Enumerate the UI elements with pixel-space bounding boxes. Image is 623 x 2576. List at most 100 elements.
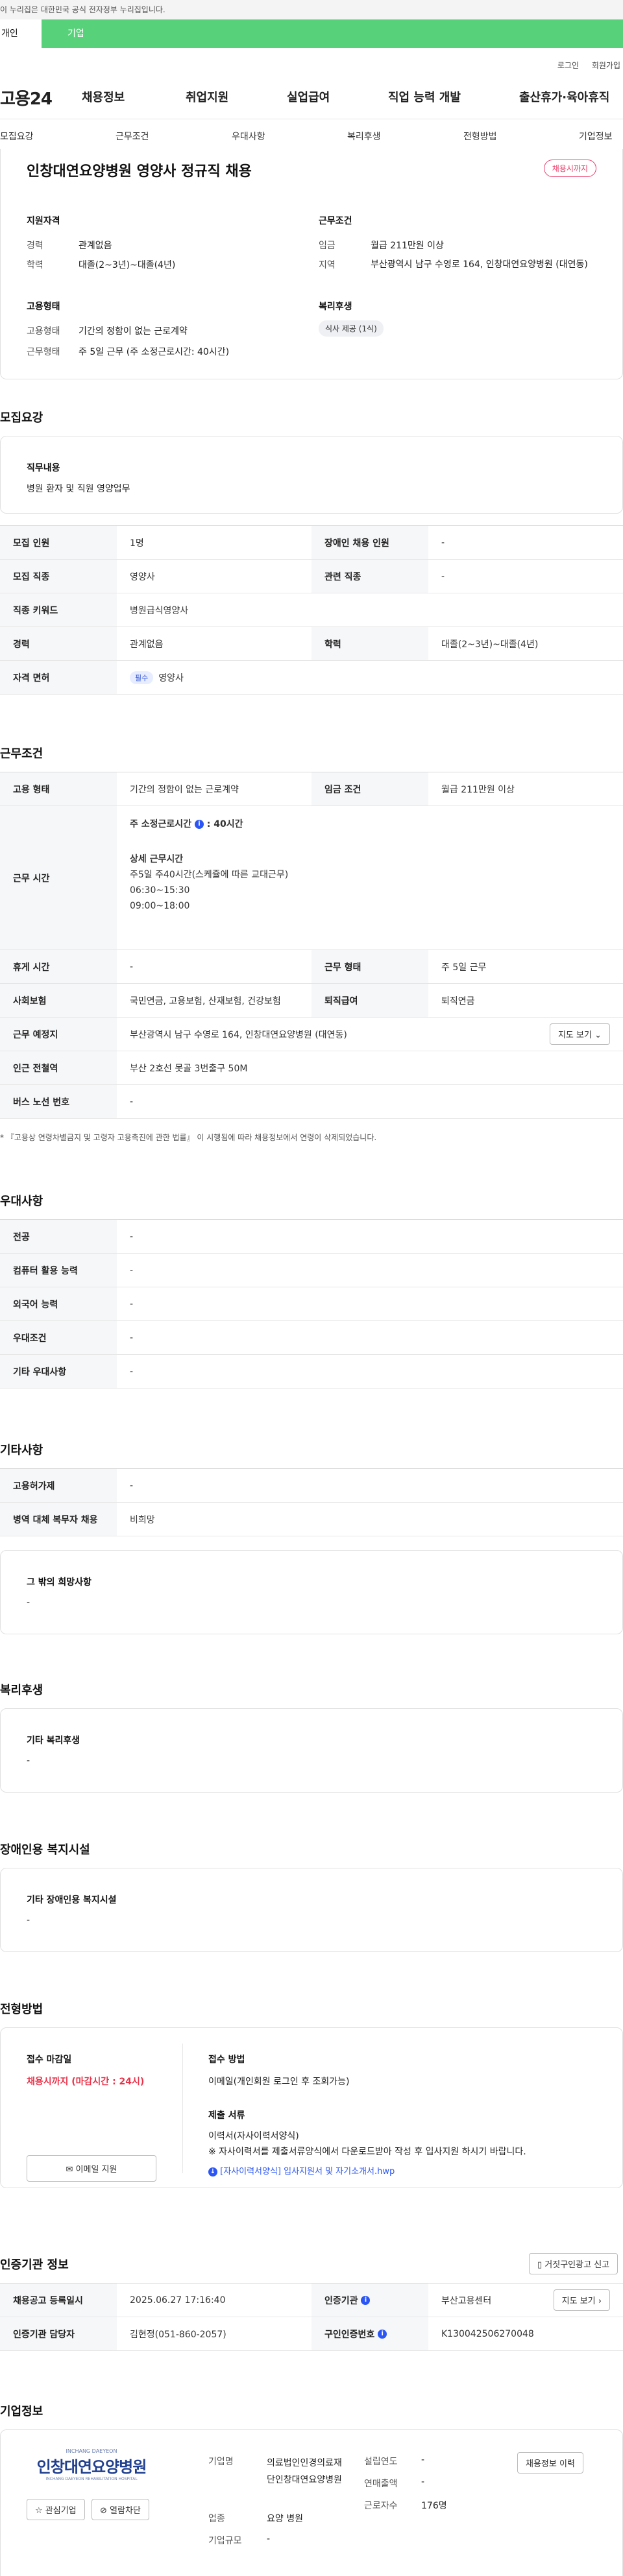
org-map-button[interactable]: 지도 보기 › (553, 2289, 610, 2311)
disabled-label: 장애인 채용 인원 (312, 526, 428, 559)
sales-value: - (421, 2477, 425, 2487)
cert-id-value: K130042506270048 (441, 2328, 534, 2339)
conditions-section-title: 근무조건 (0, 747, 43, 761)
cert-id-label: 구인인증번호 i (312, 2317, 428, 2350)
table-row: 고용 형태 기간의 정함이 없는 근로계약 임금 조건 월급 211만원 이상 (0, 772, 623, 806)
founded-label: 설립연도 (364, 2457, 398, 2467)
docs-title: 제출 서류 (208, 2110, 245, 2121)
table-row: 근무 예정지 부산광역시 남구 수영로 164, 인창대연요양병원 (대연동) … (0, 1018, 623, 1051)
favorite-company-button[interactable]: ☆ 관심기업 (27, 2499, 85, 2520)
site-logo[interactable]: 고용24 (0, 86, 78, 110)
subnav-process[interactable]: 전형방법 (463, 130, 497, 143)
region-label: 지역 (319, 260, 336, 270)
report-button[interactable]: ▯ 거짓구인광고 신고 (529, 2253, 618, 2274)
etc-label: 기타 우대사항 (0, 1355, 117, 1388)
table-row: 버스 노선 번호 - (0, 1085, 623, 1119)
related-value: - (441, 571, 445, 582)
computer-label: 컴퓨터 활용 능력 (0, 1254, 117, 1287)
etc-value: - (130, 1366, 134, 1377)
table-row: 우대조건 - (0, 1321, 623, 1355)
career-label: 경력 (0, 627, 117, 660)
wage-value: 월급 211만원 이상 (371, 241, 444, 251)
job-history-button[interactable]: 채용정보 이력 (517, 2452, 583, 2474)
career-value: 관계없음 (130, 639, 164, 650)
other-table: 고용허가제 - 병역 대체 복무자 채용 비희망 (0, 1468, 623, 1536)
recruit-table: 모집 인원 1명 장애인 채용 인원 - 모집 직종 영양사 관련 직종 - 직… (0, 525, 623, 695)
tab-individual[interactable]: 개인 (0, 19, 42, 48)
table-row: 인증기관 담당자 김현정(051-860-2057) 구인인증번호 i K130… (0, 2317, 623, 2351)
work-form-label: 근무형태 (27, 347, 60, 357)
major-value: - (130, 1231, 134, 1242)
license-cell: 필수 영양사 (117, 661, 623, 694)
emp-label: 고용 형태 (0, 772, 117, 805)
subnav-conditions[interactable]: 근무조건 (116, 130, 149, 143)
map-button[interactable]: 지도 보기 ⌄ (549, 1023, 610, 1045)
star-icon: ☆ (35, 2506, 43, 2516)
company-name-value: 의료법인인경의료재단인창대연요양병원 (267, 2458, 342, 2485)
education-value: 대졸(2~3년)~대졸(4년) (441, 639, 539, 650)
email-apply-button[interactable]: ✉ 이메일 지원 (27, 2155, 156, 2182)
qualification-heading: 지원자격 (27, 216, 60, 226)
language-value: - (130, 1298, 134, 1309)
retire-label: 퇴직급여 (312, 984, 428, 1017)
recruit-section-title: 모집요강 (0, 411, 43, 425)
required-tag: 필수 (130, 671, 154, 684)
company-logo: INCHANG DAEYEON 인창대연요양병원 INCHANG DAEYEON… (36, 2448, 147, 2481)
subnav-company[interactable]: 기업정보 (579, 130, 613, 143)
welfare-section-title: 복리후생 (0, 1684, 43, 1697)
emp-type-value: 기간의 정함이 없는 근로계약 (79, 326, 188, 337)
method-title: 접수 방법 (208, 2055, 245, 2065)
info-icon[interactable]: i (378, 2329, 387, 2339)
chevron-right-icon: › (598, 2296, 602, 2306)
signup-link[interactable]: 회원가입 (592, 61, 620, 70)
login-link[interactable]: 로그인 (557, 61, 579, 70)
gnb-item-employment-support[interactable]: 취업지원 (186, 88, 228, 105)
age-note: * 『고용상 연령차별금지 및 고령자 고용촉진에 관한 법률』 이 시행됨에 … (0, 1133, 377, 1142)
org-value: 부산고용센터 (441, 2295, 492, 2306)
permit-value: - (130, 1480, 134, 1491)
career-label: 경력 (27, 241, 43, 251)
subnav-welfare[interactable]: 복리후생 (347, 130, 381, 143)
job-title: 인창대연요양병원 영양사 정규직 채용 (27, 163, 252, 180)
gnb-item-parental-leave[interactable]: 출산휴가·육아휴직 (519, 88, 609, 105)
process-section-title: 전형방법 (0, 2003, 43, 2016)
docs-download-link[interactable]: ↓ [자사이력서양식] 입사지원서 및 자기소개서.hwp (208, 2164, 395, 2176)
info-icon[interactable]: i (361, 2295, 371, 2305)
permit-label: 고용허가제 (0, 1469, 117, 1502)
military-value: 비희망 (130, 1514, 155, 1525)
hours-cell: 주 소정근로시간 i : 40시간 상세 근무시간 주5일 주40시간(스케쥴에… (117, 806, 623, 949)
download-icon: ↓ (208, 2167, 217, 2176)
table-row: 자격 면허 필수 영양사 (0, 661, 623, 695)
major-label: 전공 (0, 1220, 117, 1253)
tab-corporate[interactable]: 기업 (42, 19, 623, 48)
info-icon[interactable]: i (194, 820, 204, 829)
org-label: 인증기관 i (312, 2284, 428, 2317)
table-row: 모집 직종 영양사 관련 직종 - (0, 560, 623, 593)
hours-label: 근무 시간 (0, 806, 117, 949)
wage-value: 월급 211만원 이상 (441, 784, 515, 795)
computer-value: - (130, 1265, 134, 1276)
keyword-label: 직종 키워드 (0, 593, 117, 626)
table-row: 병역 대체 복무자 채용 비희망 (0, 1503, 623, 1536)
gnb-item-training[interactable]: 직업 능력 개발 (388, 88, 461, 105)
block-company-button[interactable]: ⊘ 열람차단 (92, 2499, 149, 2520)
keyword-value: 병원급식영양사 (130, 605, 189, 616)
region-value: 부산광역시 남구 수영로 164, 인창대연요양병원 (대연동) (371, 259, 588, 270)
size-value: - (267, 2534, 271, 2544)
deadline-value: 채용시까지 (마감시간 : 24시) (27, 2077, 145, 2087)
table-row: 휴게 시간 - 근무 형태 주 5일 근무 (0, 950, 623, 984)
table-row: 고용허가제 - (0, 1469, 623, 1503)
subnav-preference[interactable]: 우대사항 (232, 130, 265, 143)
gnb-item-unemployment[interactable]: 실업급여 (287, 88, 330, 105)
table-row: 외국어 능력 - (0, 1287, 623, 1321)
mail-icon: ✉ (66, 2165, 73, 2175)
gnb-item-jobs[interactable]: 채용정보 (82, 88, 125, 105)
form-value: 주 5일 근무 (441, 962, 487, 973)
subnav-recruit[interactable]: 모집요강 (0, 130, 34, 143)
conditions-table: 고용 형태 기간의 정함이 없는 근로계약 임금 조건 월급 211만원 이상 … (0, 772, 623, 1119)
education-label: 학력 (27, 260, 43, 270)
cert-table: 채용공고 등록일시 2025.06.27 17:16:40 인증기관 i 부산고… (0, 2283, 623, 2351)
subway-value: 부산 2호선 못골 3번출구 50M (130, 1063, 248, 1074)
retire-value: 퇴직연금 (441, 996, 475, 1007)
top-tabs: 개인 기업 (0, 19, 623, 48)
